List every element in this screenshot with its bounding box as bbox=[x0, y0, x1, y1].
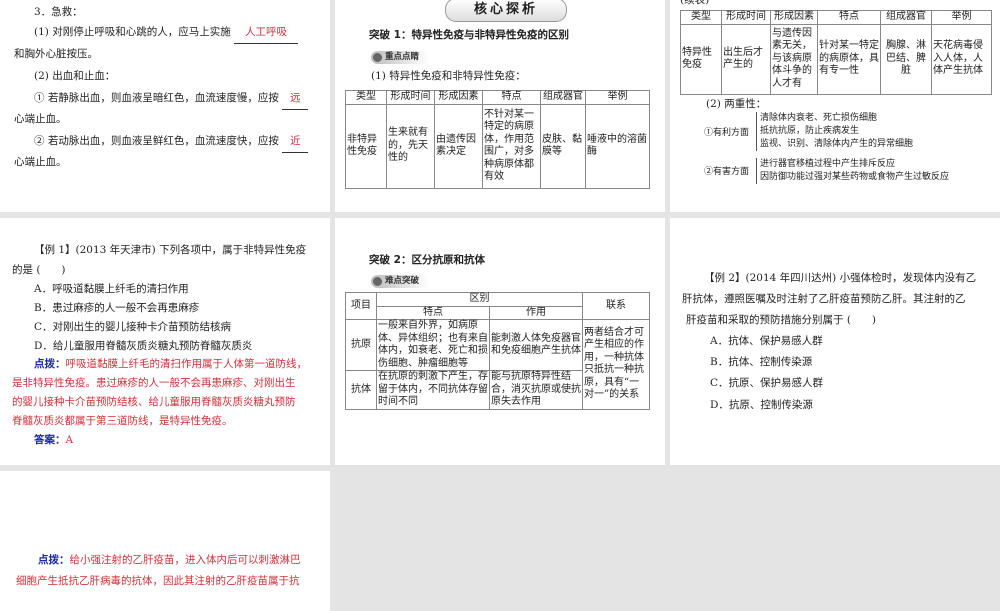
text-line: (2) 出血和止血： bbox=[34, 70, 116, 82]
header-cell: 联系 bbox=[582, 292, 650, 320]
text-line: 心端止血。 bbox=[14, 113, 67, 125]
immunity-table-continued: 类型 形成时间 形成因素 特点 组成器官 举例 特异性免疫 出生后才产生的 与遗传因素无关，与… bbox=[680, 10, 992, 95]
slide-breakthrough-2[interactable]: 突破 2：区分抗原和抗体 难点突破 项目 区别 联系 特点 作用 抗原 一般来自外界，如… bbox=[335, 218, 665, 465]
slide-breakthrough-1[interactable]: 核心探析 突破 1：特异性免疫与非特异性免疫的区别 重点点睛 (1) 特异性免疫… bbox=[335, 0, 665, 212]
cell: 能刺激人体免疫器官和免疫细胞产生抗体 bbox=[489, 319, 583, 371]
list-item: 监视、识别、清除体内产生的异常细胞 bbox=[760, 139, 914, 149]
header-cell: 特点 bbox=[376, 305, 490, 320]
slide-example-2-tip[interactable]: 点拨：给小强注射的乙肝疫苗，进入体内后可以刺激淋巴 细胞产生抵抗乙肝病毒的抗体，… bbox=[0, 471, 330, 611]
section-heading: 突破 1：特异性免疫与非特异性免疫的区别 bbox=[369, 29, 569, 41]
text-line: ② 若动脉出血，则血液呈鲜红色，血流速度快，应按 近 bbox=[34, 131, 309, 153]
answer-blank: 人工呼吸 bbox=[234, 22, 299, 44]
cell: 两者结合才可产生相应的作用，一种抗体只抵抗一种抗原，具有“一对一”的关系 bbox=[582, 319, 650, 410]
slide-first-aid[interactable]: 3．急救： (1) 对刚停止呼吸和心跳的人，应马上实施 人工呼吸 和胸外心脏按压… bbox=[0, 0, 330, 212]
question-text: 的是 ( ) bbox=[12, 264, 66, 276]
cell: 能与抗原特异性结合，消灭抗原或使抗原失去作用 bbox=[489, 370, 583, 410]
antigen-antibody-table: 项目 区别 联系 特点 作用 抗原 一般来自外界，如病原体、异体组织；也有来自体内，如衰… bbox=[345, 292, 650, 410]
answer-blank: 近 bbox=[282, 131, 309, 153]
core-analysis-banner: 核心探析 bbox=[445, 0, 567, 22]
question-text: 肝疫苗和采取的预防措施分别属于 ( ) bbox=[686, 314, 877, 326]
option-a[interactable]: A．抗体、保护易感人群 bbox=[710, 331, 823, 352]
cell: 天花病毒侵入人体，人体产生抗体 bbox=[931, 23, 992, 95]
cell: 由遗传因素决定 bbox=[434, 103, 483, 189]
table-header-row: 项目 区别 联系 bbox=[345, 292, 650, 320]
header-cell: 形成因素 bbox=[770, 10, 818, 25]
option-c[interactable]: C．对刚出生的婴儿接种卡介苗预防结核病 bbox=[34, 317, 231, 338]
table-row: 非特异性免疫 生来就有的，先天性的 由遗传因素决定 不针对某一特定的病原体，作用范围广… bbox=[345, 103, 650, 189]
section-heading: 突破 2：区分抗原和抗体 bbox=[369, 254, 485, 266]
text-line: ① 若静脉出血，则血液呈暗红色，血流速度慢，应按 远 bbox=[34, 88, 309, 110]
text-line: (1) 对刚停止呼吸和心跳的人，应马上实施 人工呼吸 bbox=[34, 22, 299, 44]
header-cell: 组成器官 bbox=[540, 90, 586, 105]
harmful-label: ②有害方面 bbox=[704, 167, 750, 177]
beneficial-label: ①有利方面 bbox=[704, 128, 750, 138]
table-row: 特异性免疫 出生后才产生的 与遗传因素无关，与该病原体斗争的人才有 针对某一特定的病原… bbox=[680, 23, 992, 95]
section-title: 3．急救： bbox=[34, 6, 83, 18]
cell: 特异性免疫 bbox=[680, 23, 722, 95]
answer-blank: 远 bbox=[282, 88, 309, 110]
list-item: 清除体内衰老、死亡损伤细胞 bbox=[760, 113, 878, 123]
list-item: 进行器官移植过程中产生排斥反应 bbox=[760, 159, 896, 169]
option-b[interactable]: B．抗体、控制传染源 bbox=[710, 352, 812, 373]
cell: 唾液中的溶菌酶 bbox=[585, 103, 650, 189]
option-a[interactable]: A．呼吸道黏膜上纤毛的清扫作用 bbox=[34, 279, 189, 300]
option-b[interactable]: B．患过麻疹的人一般不会再患麻疹 bbox=[34, 298, 199, 319]
table-header-row: 类型 形成时间 形成因素 特点 组成器官 举例 bbox=[680, 10, 992, 25]
difficulty-badge: 难点突破 bbox=[371, 275, 430, 288]
header-cell: 举例 bbox=[585, 90, 650, 105]
cell: 一般来自外界，如病原体、异体组织；也有来自体内，如衰老、死亡和损伤细胞、肿瘤细胞… bbox=[376, 319, 490, 371]
cell: 抗原 bbox=[345, 319, 377, 371]
intro-text: (1) 特异性免疫和非特异性免疫： bbox=[371, 70, 526, 82]
header-cell: 特点 bbox=[482, 90, 541, 105]
harmful-list: 进行器官移植过程中产生排斥反应因防御功能过强对某些药物或食物产生过敏反应 bbox=[756, 158, 949, 184]
header-cell: 类型 bbox=[345, 90, 387, 105]
option-d[interactable]: D．抗原、控制传染源 bbox=[710, 395, 813, 416]
header-cell: 项目 bbox=[345, 292, 377, 320]
table-header-row: 类型 形成时间 形成因素 特点 组成器官 举例 bbox=[345, 90, 650, 105]
option-c[interactable]: C．抗原、保护易感人群 bbox=[710, 373, 823, 394]
header-cell: 组成器官 bbox=[880, 10, 932, 25]
tip-line: 脊髓灰质炎都属于第三道防线，是特异性免疫。 bbox=[12, 415, 233, 427]
cell: 出生后才产生的 bbox=[721, 23, 771, 95]
tip-line: 点拨：呼吸道黏膜上纤毛的清扫作用属于人体第一道防线， bbox=[34, 358, 307, 370]
slide-specific-immunity[interactable]: (续表) 类型 形成时间 形成因素 特点 组成器官 举例 特异性免疫 出生后才产生的 与遗传因… bbox=[670, 0, 1000, 212]
question-text: 肝抗体，遵照医嘱及时注射了乙肝疫苗预防乙肝。其注射的乙 bbox=[682, 293, 966, 305]
question-text: 【例 1】(2013 年天津市) 下列各项中，属于非特异性免疫 bbox=[34, 244, 307, 256]
header-cell: 特点 bbox=[817, 10, 881, 25]
header-cell: 形成时间 bbox=[386, 90, 435, 105]
list-item: 因防御功能过强对某些药物或食物产生过敏反应 bbox=[760, 172, 950, 182]
cell: 胸腺、淋巴结、脾脏 bbox=[880, 23, 932, 95]
cell: 抗体 bbox=[345, 370, 377, 410]
header-cell: 类型 bbox=[680, 10, 722, 25]
tip-line: 的婴儿接种卡介苗预防结核、给儿童服用脊髓灰质炎糖丸预防 bbox=[12, 396, 296, 408]
immunity-table: 类型 形成时间 形成因素 特点 组成器官 举例 非特异性免疫 生来就有的，先天性的 由遗传因素… bbox=[345, 90, 650, 189]
answer-line: 答案：A bbox=[34, 434, 74, 446]
beneficial-list: 清除体内衰老、死亡损伤细胞 抵抗抗原，防止疾病发生监视、识别、清除体内产生的异常细… bbox=[756, 112, 913, 151]
cell: 非特异性免疫 bbox=[345, 103, 387, 189]
header-cell: 形成时间 bbox=[721, 10, 771, 25]
cell: 不针对某一特定的病原体，作用范围广，对多种病原体都有效 bbox=[482, 103, 541, 189]
cell: 在抗原的刺激下产生，存留于体内，不同抗体存留时间不同 bbox=[376, 370, 490, 410]
header-cell: 区别 bbox=[376, 292, 583, 307]
tip-line: 细胞产生抵抗乙肝病毒的抗体，因此其注射的乙肝疫苗属于抗 bbox=[16, 575, 300, 587]
text-line: 和胸外心脏按压。 bbox=[14, 48, 98, 60]
header-cell: 举例 bbox=[931, 10, 992, 25]
slide-example-1[interactable]: 【例 1】(2013 年天津市) 下列各项中，属于非特异性免疫 的是 ( ) A… bbox=[0, 218, 330, 465]
text-line: 心端止血。 bbox=[14, 156, 67, 168]
header-cell: 形成因素 bbox=[434, 90, 483, 105]
tip-line: 是非特异性免疫。患过麻疹的人一般不会再患麻疹、对刚出生 bbox=[12, 377, 296, 389]
list-item: 抵抗抗原，防止疾病发生 bbox=[760, 126, 860, 136]
cell: 生来就有的，先天性的 bbox=[386, 103, 435, 189]
cell: 与遗传因素无关，与该病原体斗争的人才有 bbox=[770, 23, 818, 95]
header-cell: 作用 bbox=[489, 305, 583, 320]
slide-example-2[interactable]: 【例 2】(2014 年四川达州) 小强体检时，发现体内没有乙 肝抗体，遵照医嘱… bbox=[670, 218, 1000, 465]
cell: 皮肤、黏膜等 bbox=[540, 103, 586, 189]
tip-line: 点拨：给小强注射的乙肝疫苗，进入体内后可以刺激淋巴 bbox=[38, 554, 301, 566]
key-points-badge: 重点点睛 bbox=[371, 51, 430, 64]
table-row: 抗原 一般来自外界，如病原体、异体组织；也有来自体内，如衰老、死亡和损伤细胞、肿瘤… bbox=[345, 319, 650, 410]
question-text: 【例 2】(2014 年四川达州) 小强体检时，发现体内没有乙 bbox=[704, 272, 977, 284]
cell: 针对某一特定的病原体，具有专一性 bbox=[817, 23, 881, 95]
